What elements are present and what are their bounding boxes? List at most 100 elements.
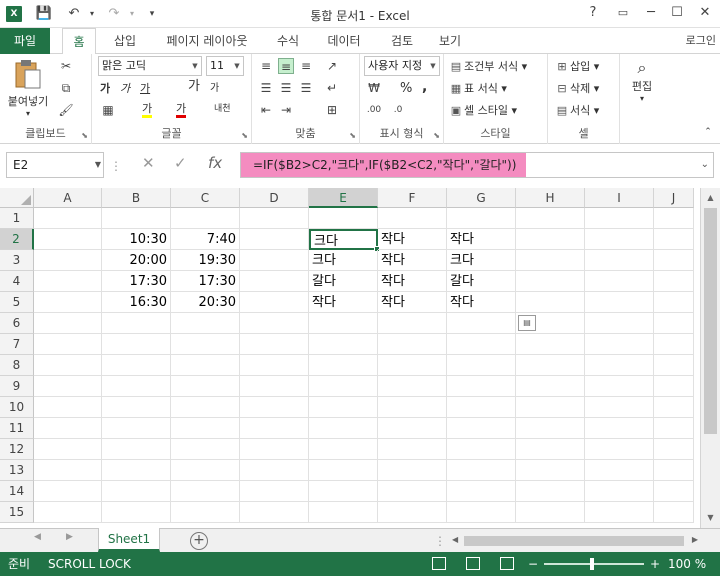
cell-h2[interactable] (516, 229, 585, 250)
cell-b3[interactable]: 20:00 (102, 250, 171, 271)
cell-g8[interactable] (447, 355, 516, 376)
cut-icon[interactable]: ✂ (58, 58, 74, 74)
ribbon-display-icon[interactable]: ▭ (610, 2, 636, 24)
cell-d8[interactable] (240, 355, 309, 376)
column-header-j[interactable]: J (654, 188, 694, 208)
cell-b6[interactable] (102, 313, 171, 334)
cell-b10[interactable] (102, 397, 171, 418)
worksheet-grid[interactable]: A B C D E F G H I J 1 2 10:30 7:40 크다 작다 작다 3 20:00 19:30 크다… (0, 188, 720, 528)
cell-j7[interactable] (654, 334, 694, 355)
cell-c10[interactable] (171, 397, 240, 418)
scroll-up-icon[interactable]: ▲ (701, 190, 720, 206)
sheet-tab-sheet1[interactable]: Sheet1 (98, 528, 160, 552)
row-header-7[interactable]: 7 (0, 334, 34, 355)
cell-f10[interactable] (378, 397, 447, 418)
insert-cells-button[interactable]: ⊞ 삽입 ▾ (554, 58, 599, 76)
prev-sheet-icon[interactable]: ◀ (34, 532, 41, 542)
cell-h12[interactable] (516, 439, 585, 460)
increase-indent-icon[interactable]: ⇥ (278, 102, 294, 118)
italic-button[interactable]: 가 (120, 80, 130, 98)
align-right-icon[interactable]: ☰ (298, 80, 314, 96)
align-left-icon[interactable]: ☰ (258, 80, 274, 96)
cell-e9[interactable] (309, 376, 378, 397)
cell-a11[interactable] (34, 418, 102, 439)
decrease-decimal-icon[interactable]: .0 (390, 102, 406, 118)
help-icon[interactable]: ? (580, 2, 606, 24)
cell-i11[interactable] (585, 418, 654, 439)
font-launcher-icon[interactable]: ⬊ (241, 131, 248, 140)
cell-e1[interactable] (309, 208, 378, 229)
shrink-font-button[interactable]: 가 (210, 80, 219, 98)
cell-j1[interactable] (654, 208, 694, 229)
page-break-view-icon[interactable] (500, 557, 514, 570)
cell-i10[interactable] (585, 397, 654, 418)
bold-button[interactable]: 가 (100, 80, 110, 98)
cell-h15[interactable] (516, 502, 585, 523)
row-header-10[interactable]: 10 (0, 397, 34, 418)
cell-d12[interactable] (240, 439, 309, 460)
scroll-right-icon[interactable]: ▶ (692, 535, 698, 544)
cell-c5[interactable]: 20:30 (171, 292, 240, 313)
cell-a15[interactable] (34, 502, 102, 523)
cell-a7[interactable] (34, 334, 102, 355)
cell-b15[interactable] (102, 502, 171, 523)
cell-h8[interactable] (516, 355, 585, 376)
alignment-launcher-icon[interactable]: ⬊ (349, 131, 356, 140)
tab-file[interactable]: 파일 (0, 28, 50, 54)
cell-f6[interactable] (378, 313, 447, 334)
cell-b1[interactable] (102, 208, 171, 229)
paste-button[interactable]: 붙여넣기 ▾ (4, 58, 52, 118)
cell-f9[interactable] (378, 376, 447, 397)
scroll-down-icon[interactable]: ▼ (701, 510, 720, 526)
cell-e12[interactable] (309, 439, 378, 460)
horizontal-scrollbar[interactable]: ◀ ▶ (450, 533, 700, 549)
cell-f7[interactable] (378, 334, 447, 355)
cell-f2[interactable]: 작다 (378, 229, 447, 250)
cell-i7[interactable] (585, 334, 654, 355)
expand-formula-icon[interactable]: ⌄ (701, 153, 709, 177)
cell-f11[interactable] (378, 418, 447, 439)
cell-g12[interactable] (447, 439, 516, 460)
increase-decimal-icon[interactable]: .00 (366, 102, 382, 118)
cell-a1[interactable] (34, 208, 102, 229)
cell-e14[interactable] (309, 481, 378, 502)
merge-center-icon[interactable]: ⊞ (324, 102, 340, 118)
cell-b11[interactable] (102, 418, 171, 439)
tab-data[interactable]: 데이터 (318, 28, 370, 54)
row-header-5[interactable]: 5 (0, 292, 34, 313)
horizontal-scroll-thumb[interactable] (464, 536, 684, 546)
cell-g4[interactable]: 갈다 (447, 271, 516, 292)
enter-icon[interactable]: ✓ (174, 154, 187, 172)
tab-insert[interactable]: 삽입 (108, 28, 142, 54)
cell-b13[interactable] (102, 460, 171, 481)
orientation-icon[interactable]: ↗ (324, 58, 340, 74)
column-header-i[interactable]: I (585, 188, 654, 208)
cell-e5[interactable]: 작다 (309, 292, 378, 313)
tab-page-layout[interactable]: 페이지 레이아웃 (160, 28, 254, 54)
cell-e4[interactable]: 갈다 (309, 271, 378, 292)
cell-g1[interactable] (447, 208, 516, 229)
cell-i12[interactable] (585, 439, 654, 460)
copy-icon[interactable]: ⧉ (58, 80, 74, 96)
column-header-e[interactable]: E (309, 188, 378, 208)
minimize-icon[interactable]: ─ (638, 2, 664, 24)
cell-j8[interactable] (654, 355, 694, 376)
cell-e8[interactable] (309, 355, 378, 376)
decrease-indent-icon[interactable]: ⇤ (258, 102, 274, 118)
cell-h1[interactable] (516, 208, 585, 229)
cell-b4[interactable]: 17:30 (102, 271, 171, 292)
tab-formulas[interactable]: 수식 (268, 28, 308, 54)
cell-c8[interactable] (171, 355, 240, 376)
row-header-15[interactable]: 15 (0, 502, 34, 523)
cell-d4[interactable] (240, 271, 309, 292)
cell-a6[interactable] (34, 313, 102, 334)
cell-f14[interactable] (378, 481, 447, 502)
cell-d10[interactable] (240, 397, 309, 418)
formula-input[interactable]: =IF($B2>C2,"크다",IF($B2<C2,"작다","갈다")) ⌄ (240, 152, 714, 178)
cell-f15[interactable] (378, 502, 447, 523)
cell-d11[interactable] (240, 418, 309, 439)
cell-h5[interactable] (516, 292, 585, 313)
format-as-table-button[interactable]: ▦ 표 서식 ▾ (448, 80, 507, 98)
zoom-slider-thumb[interactable] (590, 558, 594, 570)
cell-a14[interactable] (34, 481, 102, 502)
